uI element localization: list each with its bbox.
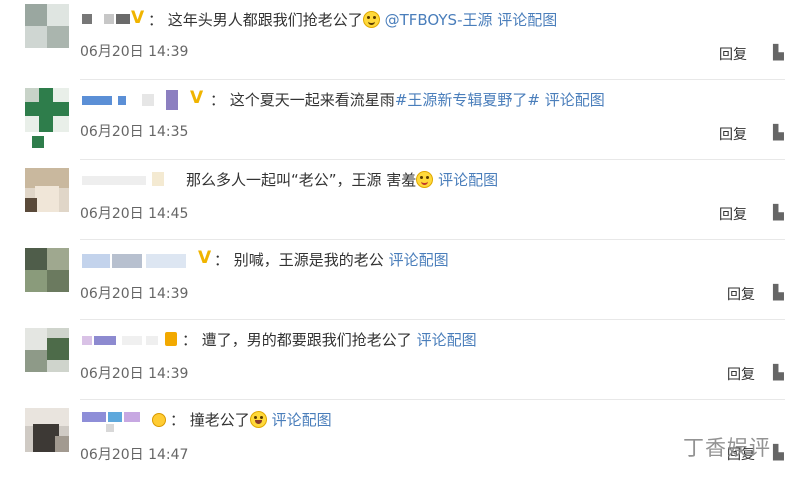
more-icon[interactable]: ▙ bbox=[773, 45, 784, 61]
mention-link[interactable]: @TFBOYS-王源 bbox=[385, 11, 493, 29]
comment-image-link[interactable]: 评论配图 bbox=[545, 91, 605, 109]
comment-image-link[interactable]: 评论配图 bbox=[497, 11, 557, 29]
avatar[interactable] bbox=[25, 88, 69, 132]
timestamp: 06月20日 14:45 bbox=[80, 206, 189, 222]
username-blurred[interactable] bbox=[82, 250, 192, 270]
watermark: 丁香娱评 bbox=[683, 436, 771, 460]
comment-text: 这个夏天一起来看流星雨 bbox=[229, 91, 395, 109]
comment-item: V ： 这年头男人都跟我们抢老公了 @TFBOYS-王源 评论配图 06月20日… bbox=[0, 0, 785, 80]
more-icon[interactable]: ▙ bbox=[773, 365, 784, 381]
more-icon[interactable]: ▙ bbox=[773, 125, 784, 141]
timestamp: 06月20日 14:39 bbox=[80, 286, 189, 302]
reply-button[interactable]: 回复 bbox=[719, 124, 747, 144]
timestamp: 06月20日 14:47 bbox=[80, 447, 189, 463]
laughing-face-icon bbox=[249, 411, 267, 428]
comment-text: 这年头男人都跟我们抢老公了 bbox=[167, 11, 363, 29]
verified-v-icon: V bbox=[198, 248, 212, 268]
more-icon[interactable]: ▙ bbox=[773, 285, 784, 301]
more-icon[interactable]: ▙ bbox=[773, 205, 784, 221]
avatar-fragment bbox=[32, 136, 44, 148]
comment-item: ： 撞老公了 评论配图 06月20日 14:47 回复 ▙ bbox=[0, 400, 785, 480]
comment-text: 别喊，王源是我的老公 bbox=[233, 251, 384, 269]
reply-button[interactable]: 回复 bbox=[719, 204, 747, 224]
avatar[interactable] bbox=[25, 408, 69, 452]
comment-image-link[interactable]: 评论配图 bbox=[389, 251, 449, 269]
comment-item: 那么多人一起叫“老公”，王源 害羞 评论配图 06月20日 14:45 回复 ▙ bbox=[0, 160, 785, 240]
reply-button[interactable]: 回复 bbox=[719, 44, 747, 64]
crown-badge-icon bbox=[165, 332, 177, 346]
comment-text-line: ： 遭了，男的都要跟我们抢老公了 评论配图 bbox=[182, 331, 477, 349]
comment-item: V ： 这个夏天一起来看流星雨#王源新专辑夏野了# 评论配图 06月20日 14… bbox=[0, 80, 785, 160]
timestamp: 06月20日 14:39 bbox=[80, 44, 189, 60]
comment-image-link[interactable]: 评论配图 bbox=[272, 411, 332, 429]
avatar[interactable] bbox=[25, 248, 69, 292]
verified-v-icon: V bbox=[190, 88, 204, 108]
verified-v-icon: V bbox=[131, 8, 145, 28]
username-blurred[interactable] bbox=[82, 410, 162, 432]
avatar[interactable] bbox=[25, 4, 69, 48]
timestamp: 06月20日 14:35 bbox=[80, 124, 189, 140]
hashtag-link[interactable]: #王源新专辑夏野了# bbox=[395, 91, 540, 109]
comment-text-line: ： 别喊，王源是我的老公 评论配图 bbox=[214, 251, 449, 269]
comment-text-line: ： 这年头男人都跟我们抢老公了 @TFBOYS-王源 评论配图 bbox=[148, 11, 558, 29]
avatar[interactable] bbox=[25, 328, 69, 372]
username-blurred[interactable] bbox=[82, 170, 172, 190]
comment-image-link[interactable]: 评论配图 bbox=[438, 171, 498, 189]
timestamp: 06月20日 14:39 bbox=[80, 366, 189, 382]
comment-item: ： 遭了，男的都要跟我们抢老公了 评论配图 06月20日 14:39 回复 ▙ bbox=[0, 320, 785, 400]
username-blurred[interactable] bbox=[82, 90, 192, 110]
comment-text: 撞老公了 bbox=[189, 411, 250, 429]
reply-button[interactable]: 回复 bbox=[727, 284, 755, 304]
comment-text-line: ： 撞老公了 评论配图 bbox=[170, 411, 332, 429]
more-icon[interactable]: ▙ bbox=[773, 445, 784, 461]
comment-text: 遭了，男的都要跟我们抢老公了 bbox=[201, 331, 412, 349]
comment-text-line: 那么多人一起叫“老公”，王源 害羞 评论配图 bbox=[186, 169, 498, 191]
reply-button[interactable]: 回复 bbox=[727, 364, 755, 384]
comment-text-line: ： 这个夏天一起来看流星雨#王源新专辑夏野了# 评论配图 bbox=[210, 91, 605, 109]
comment-image-link[interactable]: 评论配图 bbox=[417, 331, 477, 349]
comment-item: V ： 别喊，王源是我的老公 评论配图 06月20日 14:39 回复 ▙ bbox=[0, 240, 785, 320]
crying-face-icon bbox=[362, 11, 380, 28]
comment-text: 那么多人一起叫“老公”，王源 害羞 bbox=[186, 171, 417, 189]
heart-eyes-icon bbox=[152, 413, 166, 427]
shy-face-icon bbox=[416, 171, 434, 188]
avatar[interactable] bbox=[25, 168, 69, 212]
